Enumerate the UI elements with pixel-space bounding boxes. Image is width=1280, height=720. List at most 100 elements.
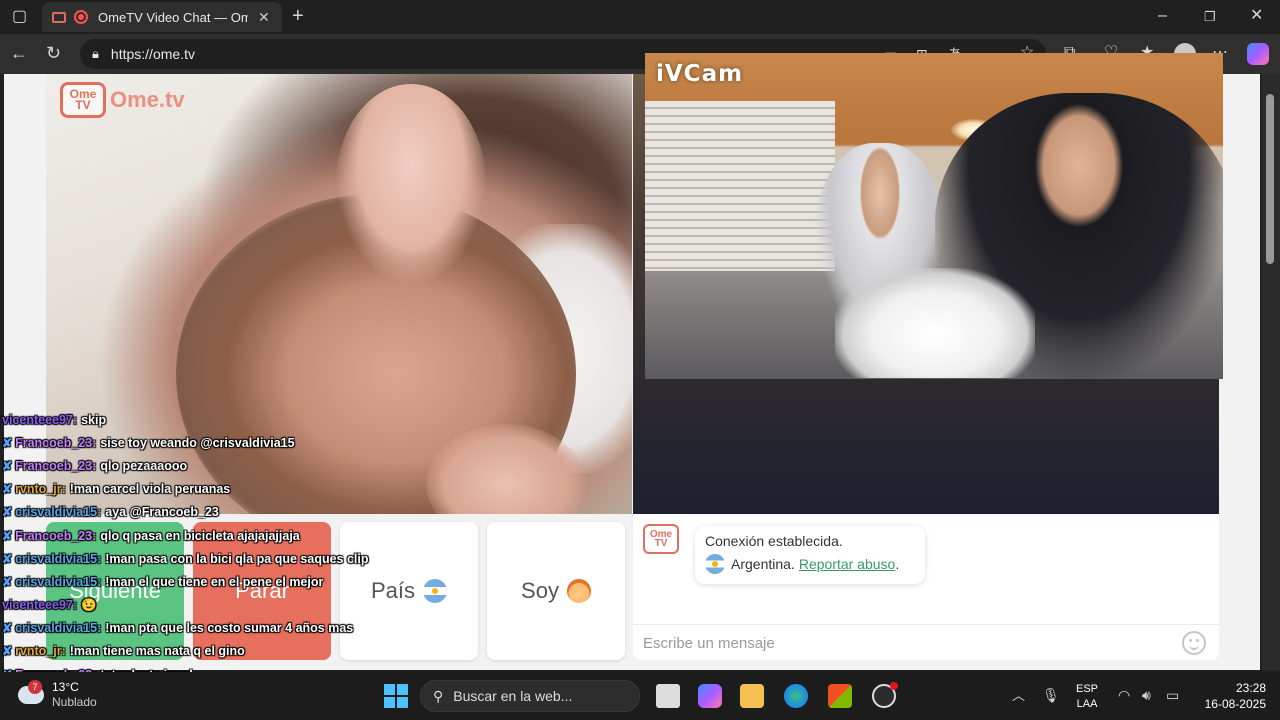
chat-text: !man tiene mas nata q el gino — [69, 644, 245, 659]
back-icon[interactable]: ← — [10, 44, 28, 62]
browser-tab-bar: ▢ OmeTV Video Chat — Omegle ✕ + – ❐ ✕ — [0, 0, 1280, 34]
browser-tab[interactable]: OmeTV Video Chat — Omegle ✕ — [42, 2, 282, 32]
report-abuse-link[interactable]: Reportar abuso — [799, 556, 896, 572]
chat-badge-icon: ✘ — [2, 644, 13, 659]
weather-badge: 7 — [28, 680, 42, 694]
copilot-icon[interactable] — [1247, 43, 1269, 65]
chat-text: qlo q pasa en bicicleta ajajajajjaja — [100, 528, 300, 543]
store-icon[interactable] — [828, 684, 852, 708]
start-icon[interactable] — [384, 684, 408, 708]
url-text: https://ome.tv — [110, 46, 195, 62]
restore-icon[interactable]: ❐ — [1204, 9, 1216, 25]
logo-badge: Ome TV — [60, 82, 106, 118]
input-language[interactable]: ESP LAA — [1076, 682, 1098, 712]
soy-button-label: Soy — [521, 578, 559, 603]
search-icon: ⚲ — [433, 687, 444, 704]
chat-badge-icon: ✘ — [2, 458, 13, 473]
show-hidden-icons-icon[interactable]: ︿ — [1012, 688, 1025, 704]
page-scrollbar[interactable] — [1262, 74, 1280, 670]
recording-dot-icon — [890, 682, 898, 690]
search-placeholder: Buscar en la web... — [453, 688, 573, 704]
copilot-app-icon[interactable] — [698, 684, 722, 708]
volume-icon[interactable]: 🔊︎ — [1142, 687, 1151, 703]
window-blinds — [645, 101, 835, 271]
edge-icon[interactable] — [784, 684, 808, 708]
ivcam-feed: iVCam — [645, 53, 1223, 379]
headset-object — [835, 268, 1035, 378]
chat-badge-icon: ✘ — [2, 528, 13, 543]
new-tab-icon[interactable]: + — [292, 6, 304, 26]
connection-status: Conexión establecida. — [705, 533, 843, 549]
chat-username: rvnto_jr: — [15, 482, 66, 497]
ivcam-watermark: iVCam — [656, 61, 744, 87]
chat-panel: Ome TV Conexión establecida. Argentina. … — [633, 514, 1219, 660]
site-info-icon[interactable]: 🔒︎ — [92, 46, 99, 62]
stream-chat-message: vicenteee97: 😉 — [2, 594, 422, 617]
minimize-icon[interactable]: – — [1158, 8, 1167, 24]
tab-actions-icon[interactable]: ▢ — [12, 9, 27, 25]
temperature: 13°C — [52, 680, 79, 694]
emoji-icon[interactable] — [1182, 631, 1206, 655]
stream-chat-message: ✘ crisvaldivia15: !man pasa con la bici ql… — [2, 547, 422, 570]
chat-text: skip — [81, 412, 107, 427]
chat-username: Francoeb_23: — [15, 528, 97, 543]
system-message-bubble: Conexión establecida. Argentina. Reporta… — [695, 526, 925, 584]
weather-condition: Nublado — [52, 695, 97, 709]
boy-emoji-icon — [566, 579, 591, 603]
clock-date: 16-08-2025 — [1204, 697, 1266, 711]
stream-chat-message: vicenteee97: skip — [2, 408, 422, 431]
close-tab-icon[interactable]: ✕ — [258, 9, 270, 26]
stream-chat-message: ✘ rvnto_jr: !man carcel viola peruanas — [2, 478, 422, 501]
logo-text: Ome.tv — [110, 87, 185, 112]
chat-text: qlo pezaaaooo — [100, 458, 188, 473]
chat-badge-icon: ✘ — [2, 482, 13, 497]
file-explorer-icon[interactable] — [740, 684, 764, 708]
chat-username: vicenteee97: — [2, 598, 78, 613]
chat-text: !man pta que les costo sumar 4 años mas — [105, 621, 354, 636]
cloud-icon: 7 — [18, 680, 44, 704]
chat-badge-icon: ✘ — [2, 574, 13, 589]
chat-text: !man pasa con la bici qla pa que saques … — [105, 551, 369, 566]
scrollbar-thumb[interactable] — [1266, 94, 1274, 264]
argentina-flag-icon — [705, 554, 725, 574]
ometv-logo[interactable]: Ome TV Ome.tv — [60, 82, 185, 118]
microphone-icon[interactable]: 🎙︎ — [1042, 687, 1060, 703]
reload-icon[interactable]: ↻ — [46, 44, 61, 62]
chat-text: sise toy weando @crisvaldivia15 — [100, 435, 295, 450]
system-clock[interactable]: 23:28 16-08-2025 — [1200, 680, 1266, 712]
argentina-flag-icon — [423, 579, 448, 603]
chat-text: aya @Francoeb_23 — [105, 505, 219, 520]
close-window-icon[interactable]: ✕ — [1250, 8, 1263, 24]
chat-username: crisvaldivia15: — [15, 551, 102, 566]
weather-widget[interactable]: 7 13°C Nublado — [18, 680, 97, 710]
chat-username: Francoeb_23: — [15, 435, 97, 450]
chat-message-input[interactable] — [643, 631, 1163, 655]
task-view-icon[interactable] — [656, 684, 680, 708]
stream-chat-message: ✘ Francoeb_23: sise toy weando @crisvaldiv… — [2, 431, 422, 454]
chat-text: !man el que tiene en el pene el mejor — [105, 574, 324, 589]
stream-chat-overlay: vicenteee97: skip ✘ Francoeb_23: sise toy we… — [2, 408, 422, 686]
language-code: ESP — [1076, 683, 1099, 695]
chat-username: crisvaldivia15: — [15, 574, 102, 589]
chat-badge-icon: ✘ — [2, 551, 13, 566]
stream-chat-message: ✘ crisvaldivia15: aya @Francoeb_23 — [2, 501, 422, 524]
chat-username: crisvaldivia15: — [15, 621, 102, 636]
chat-username: crisvaldivia15: — [15, 505, 102, 520]
chat-ometv-logo: Ome TV — [643, 524, 679, 554]
chat-username: rvnto_jr: — [15, 644, 66, 659]
wifi-icon[interactable]: ◠ — [1118, 687, 1130, 703]
tab-title: OmeTV Video Chat — Omegle — [98, 9, 248, 25]
taskbar-search[interactable]: ⚲ Buscar en la web... — [420, 680, 640, 712]
chat-text: 😉 — [81, 597, 97, 612]
stream-chat-message: ✘ crisvaldivia15: !man el que tiene en el … — [2, 570, 422, 593]
recording-icon — [74, 10, 88, 24]
clock-time: 23:28 — [1235, 681, 1266, 695]
chat-badge-icon: ✘ — [2, 435, 13, 450]
chat-badge-icon: ✘ — [2, 621, 13, 636]
battery-icon[interactable]: ▭ — [1166, 687, 1179, 703]
gender-button[interactable]: Soy — [487, 522, 625, 660]
stream-chat-message: ✘ crisvaldivia15: !man pta que les costo s… — [2, 617, 422, 640]
stranger-country: Argentina. — [731, 556, 795, 572]
chat-input-row — [633, 624, 1219, 660]
stream-chat-message: ✘ Francoeb_23: qlo pezaaaooo — [2, 454, 422, 477]
